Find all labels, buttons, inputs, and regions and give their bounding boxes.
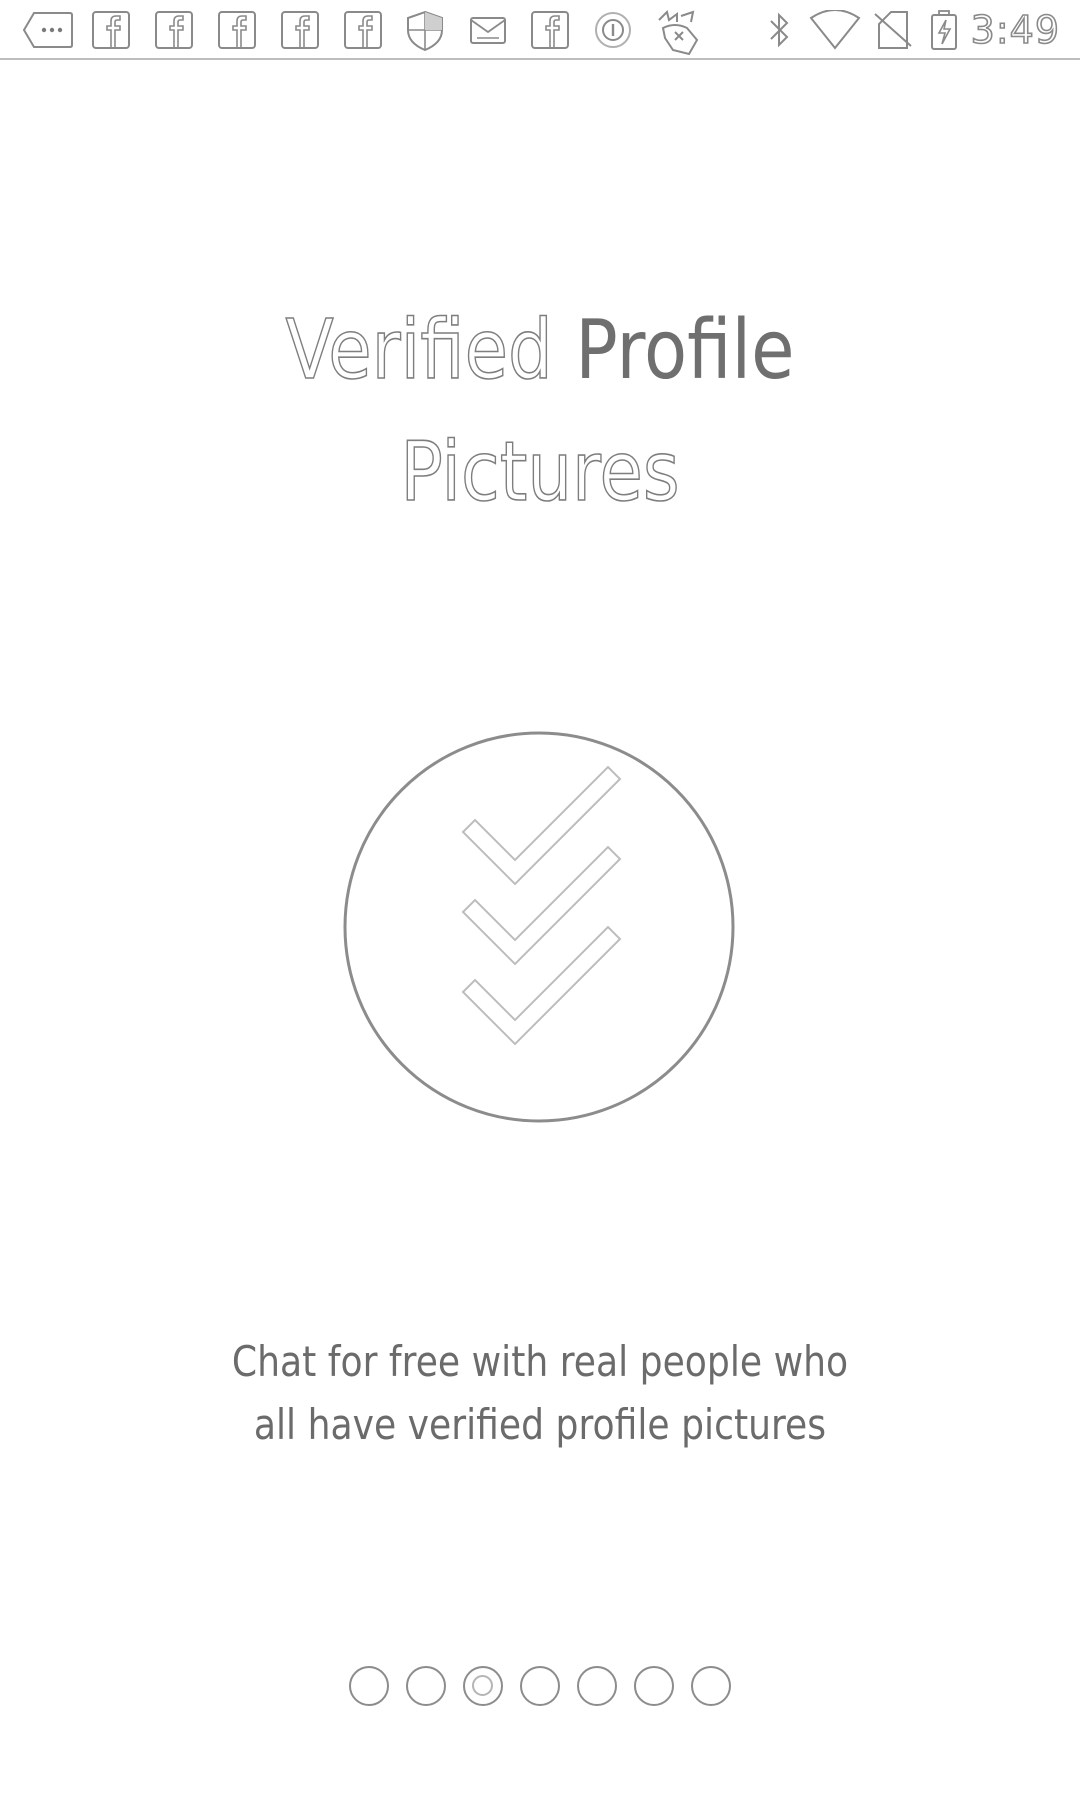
- circle-badge-icon: [593, 10, 633, 50]
- verified-badge: [343, 731, 735, 1123]
- description-line-1: Chat for free with real people who: [231, 1337, 849, 1386]
- status-bar: 3:49: [0, 0, 1080, 60]
- title-word-pictures: Pictures: [400, 424, 681, 521]
- page-dot-4[interactable]: [520, 1666, 560, 1706]
- facebook-icon: [280, 10, 320, 50]
- battery-charging-icon: [930, 10, 958, 50]
- facebook-icon: [217, 10, 257, 50]
- no-sim-icon: [873, 10, 913, 50]
- page-dot-1[interactable]: [349, 1666, 389, 1706]
- shield-icon: [405, 10, 445, 52]
- clock-time: 3:49: [970, 7, 1060, 53]
- page-title: Verified Profile Pictures: [76, 290, 1005, 534]
- mail-icon: [468, 10, 508, 50]
- page-dot-2[interactable]: [406, 1666, 446, 1706]
- triple-checkmark-icon: [343, 731, 735, 1123]
- wifi-icon: [809, 10, 861, 50]
- title-word-verified: Verified: [285, 302, 554, 399]
- facebook-icon: [343, 10, 383, 50]
- onboarding-description: Chat for free with real people who all h…: [196, 1330, 884, 1456]
- page-dot-6[interactable]: [634, 1666, 674, 1706]
- facebook-icon: [154, 10, 194, 50]
- onboarding-screen: 3:49 Verified Profile Pictures Chat for …: [0, 0, 1080, 1794]
- description-line-2: all have verified profile pictures: [253, 1400, 827, 1449]
- page-dot-5[interactable]: [577, 1666, 617, 1706]
- page-indicator: [0, 1666, 1080, 1712]
- mascot-icon: [653, 10, 703, 56]
- facebook-icon: [530, 10, 570, 50]
- title-word-profile: Profile: [575, 303, 795, 398]
- facebook-icon: [91, 10, 131, 50]
- page-dot-3-active[interactable]: [463, 1666, 503, 1706]
- bluetooth-icon: [765, 10, 795, 50]
- page-dot-7[interactable]: [691, 1666, 731, 1706]
- overflow-dots-icon[interactable]: [22, 10, 74, 50]
